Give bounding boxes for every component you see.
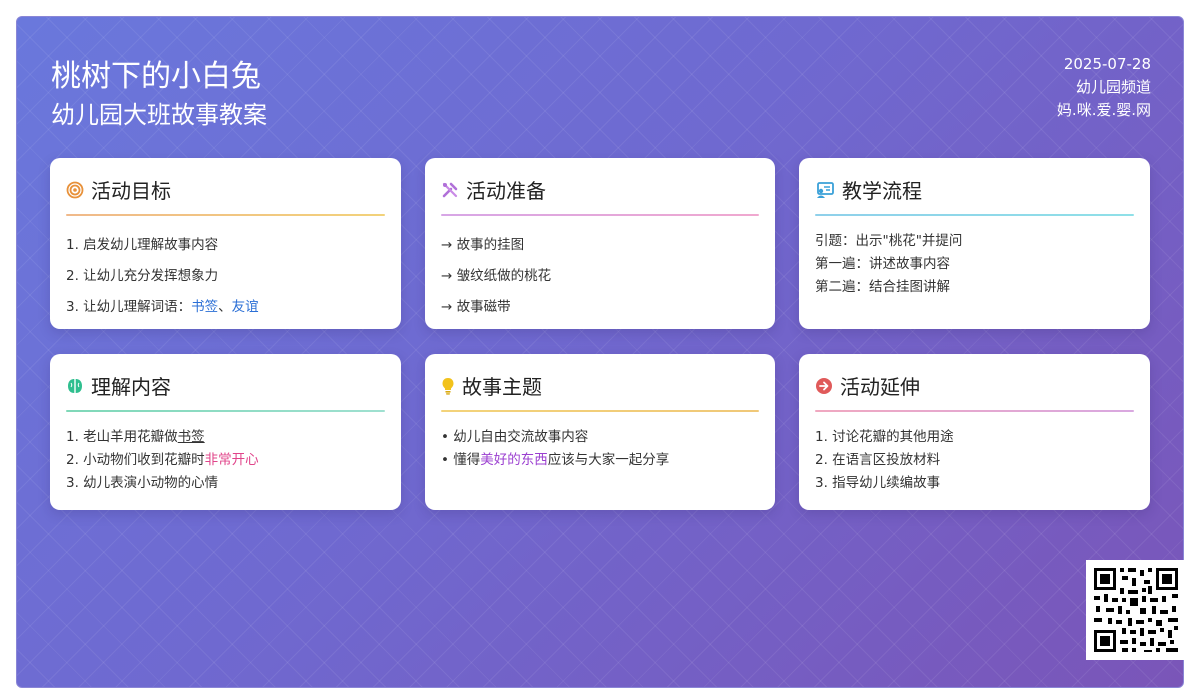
card-understand-header: 理解内容 <box>66 371 171 400</box>
list-item-text: 2. 小动物们收到花瓣时 <box>66 452 205 468</box>
card-theme-divider <box>441 410 759 412</box>
qr-code-icon <box>1086 560 1186 660</box>
card-extend: 活动延伸 1. 讨论花瓣的其他用途 2. 在语言区投放材料 3. 指导幼儿续编故… <box>799 354 1150 510</box>
card-extend-header: 活动延伸 <box>815 371 920 400</box>
card-prep-header: 活动准备 <box>441 175 546 204</box>
list-item: 1. 启发幼儿理解故事内容 <box>66 237 219 253</box>
keyword-friendship: 友谊 <box>231 299 259 315</box>
card-goals-header: 活动目标 <box>66 175 171 204</box>
card-extend-list: 1. 讨论花瓣的其他用途 2. 在语言区投放材料 3. 指导幼儿续编故事 <box>815 426 1138 495</box>
card-prep-title: 活动准备 <box>466 179 546 203</box>
separator: 、 <box>218 299 232 315</box>
page-title: 桃树下的小白兔 <box>51 59 261 94</box>
list-item: 2. 小动物们收到花瓣时非常开心 <box>66 449 389 472</box>
tools-icon <box>441 181 459 199</box>
date-label: 2025-07-28 <box>1063 55 1151 73</box>
card-flow-list: 引题：出示"桃花"并提问 第一遍：讲述故事内容 第二遍：结合挂图讲解 <box>815 230 1138 299</box>
card-extend-title: 活动延伸 <box>840 375 920 399</box>
list-item: 2. 在语言区投放材料 <box>815 452 941 468</box>
list-item: 3. 指导幼儿续编故事 <box>815 475 941 491</box>
card-theme-header: 故事主题 <box>441 371 542 400</box>
list-item: → 故事的挂图 <box>441 237 525 253</box>
list-item: → 皱纹纸做的桃花 <box>441 268 552 284</box>
keyword-happy: 非常开心 <box>204 452 259 468</box>
card-prep-list: → 故事的挂图 → 皱纹纸做的桃花 → 故事磁带 <box>441 230 763 323</box>
list-item: • 幼儿自由交流故事内容 <box>441 429 589 445</box>
card-understand-divider <box>66 410 385 412</box>
card-goals: 活动目标 1. 启发幼儿理解故事内容 2. 让幼儿充分发挥想象力 3. 让幼儿理… <box>50 158 401 329</box>
card-extend-divider <box>815 410 1134 412</box>
keyword-bookmark: 书签 <box>177 429 205 445</box>
card-flow-title: 教学流程 <box>842 179 922 203</box>
list-item: 1. 老山羊用花瓣做书签 <box>66 426 389 449</box>
card-goals-title: 活动目标 <box>91 179 171 203</box>
card-goals-list: 1. 启发幼儿理解故事内容 2. 让幼儿充分发挥想象力 3. 让幼儿理解词语：书… <box>66 230 389 323</box>
list-item-text: 1. 老山羊用花瓣做 <box>66 429 178 445</box>
card-prep: 活动准备 → 故事的挂图 → 皱纹纸做的桃花 → 故事磁带 <box>425 158 775 329</box>
list-item: • 懂得美好的东西应该与大家一起分享 <box>441 449 763 472</box>
keyword-bookmark: 书签 <box>191 299 219 315</box>
card-understand-title: 理解内容 <box>91 375 171 399</box>
card-theme-list: • 幼儿自由交流故事内容 • 懂得美好的东西应该与大家一起分享 <box>441 426 763 472</box>
brain-icon <box>66 377 84 395</box>
card-understand-list: 1. 老山羊用花瓣做书签 2. 小动物们收到花瓣时非常开心 3. 幼儿表演小动物… <box>66 426 389 495</box>
list-item: 3. 幼儿表演小动物的心情 <box>66 475 219 491</box>
card-understand: 理解内容 1. 老山羊用花瓣做书签 2. 小动物们收到花瓣时非常开心 3. 幼儿… <box>50 354 401 510</box>
arrow-circle-icon <box>815 377 833 395</box>
site-label: 妈.咪.爱.婴.网 <box>1056 101 1151 119</box>
card-prep-divider <box>441 214 759 216</box>
list-item: 引题：出示"桃花"并提问 <box>815 233 963 249</box>
poster-frame: 桃树下的小白兔 幼儿园大班故事教案 2025-07-28 幼儿园频道 妈.咪.爱… <box>16 16 1184 688</box>
qr-code-graphic <box>1086 560 1186 660</box>
card-goals-divider <box>66 214 385 216</box>
list-item: 第二遍：结合挂图讲解 <box>815 279 950 295</box>
card-flow-divider <box>815 214 1134 216</box>
list-item: 3. 让幼儿理解词语：书签、友谊 <box>66 292 389 323</box>
presentation-icon <box>815 181 835 199</box>
lightbulb-icon <box>441 377 455 395</box>
list-item-text: 3. 让幼儿理解词语： <box>66 299 192 315</box>
list-item-text: • 懂得 <box>441 452 481 468</box>
page-subtitle: 幼儿园大班故事教案 <box>51 101 267 129</box>
channel-label: 幼儿园频道 <box>1075 78 1151 96</box>
list-item: 2. 让幼儿充分发挥想象力 <box>66 268 219 284</box>
target-icon <box>66 181 84 199</box>
keyword-good-things: 美好的东西 <box>480 452 548 468</box>
card-theme-title: 故事主题 <box>462 375 542 399</box>
card-flow: 教学流程 引题：出示"桃花"并提问 第一遍：讲述故事内容 第二遍：结合挂图讲解 <box>799 158 1150 329</box>
card-flow-header: 教学流程 <box>815 175 922 204</box>
list-item-text: 应该与大家一起分享 <box>547 452 670 468</box>
list-item: → 故事磁带 <box>441 299 511 315</box>
list-item: 第一遍：讲述故事内容 <box>815 256 950 272</box>
card-theme: 故事主题 • 幼儿自由交流故事内容 • 懂得美好的东西应该与大家一起分享 <box>425 354 775 510</box>
header-meta: 2025-07-28 幼儿园频道 妈.咪.爱.婴.网 <box>1057 53 1151 122</box>
list-item: 1. 讨论花瓣的其他用途 <box>815 429 954 445</box>
